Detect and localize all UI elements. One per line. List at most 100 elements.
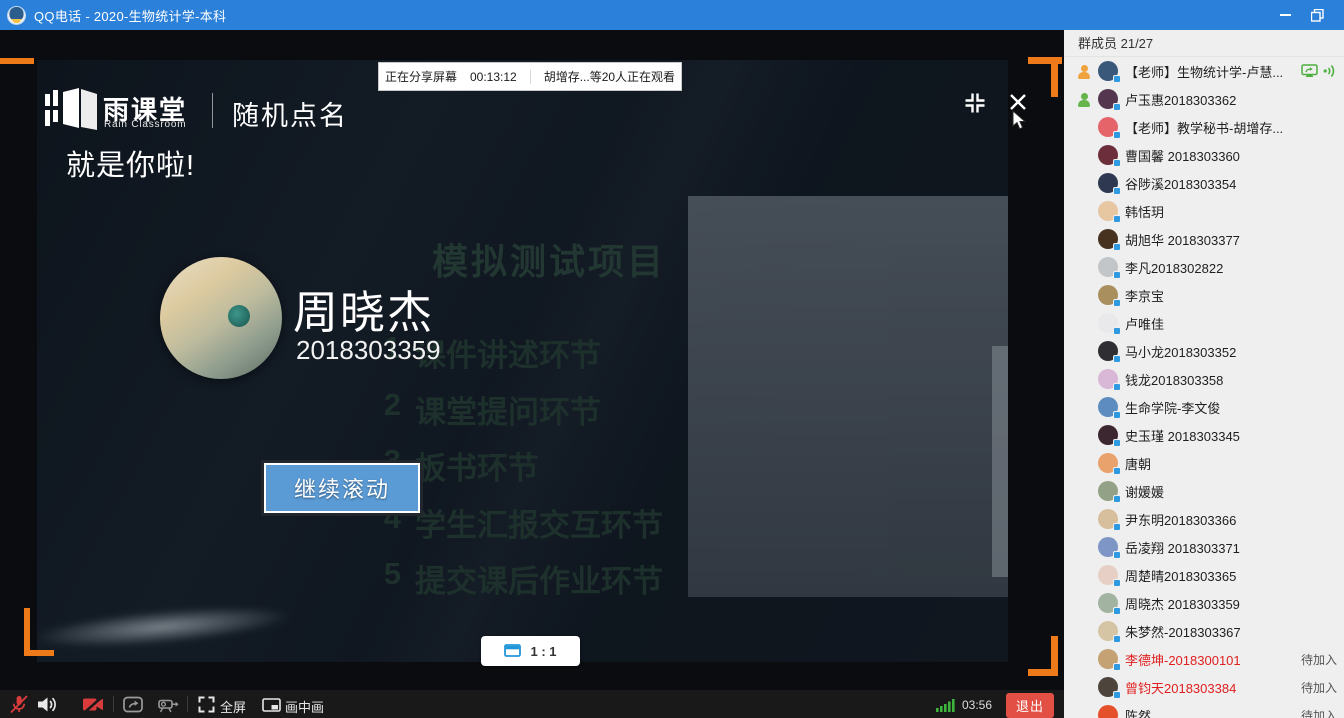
member-name: 李德坤-2018300101 <box>1125 650 1241 669</box>
mobile-online-badge <box>1113 103 1121 111</box>
member-avatar <box>1098 425 1118 445</box>
member-name: 钱龙2018303358 <box>1125 370 1223 389</box>
member-name: 陈然 <box>1125 706 1151 718</box>
mobile-online-badge <box>1113 523 1121 531</box>
ratio-1-1-button[interactable]: 1 : 1 <box>481 636 580 666</box>
member-name: 卢唯佳 <box>1125 314 1164 333</box>
window-titlebar: QQ电话 - 2020-生物统计学-本科 <box>0 0 1344 30</box>
sharing-banner: 正在分享屏幕 00:13:12 胡增存...等20人正在观看 <box>378 62 682 91</box>
fullscreen-button[interactable]: 全屏 <box>220 697 246 716</box>
rain-classroom-logo-icon <box>45 88 101 132</box>
member-avatar <box>1098 61 1118 81</box>
slide-decoration <box>37 599 294 656</box>
qq-call-logo-icon <box>8 7 25 24</box>
member-row[interactable]: 周楚晴2018303365 <box>1064 561 1344 589</box>
member-row[interactable]: 陈然 待加入 <box>1064 701 1344 718</box>
close-icon <box>1008 92 1028 112</box>
waiting-label: 待加入 <box>1301 707 1337 718</box>
member-row[interactable]: 李德坤-2018300101 待加入 <box>1064 645 1344 673</box>
compress-view-button[interactable] <box>963 91 987 120</box>
waiting-label: 待加入 <box>1301 679 1337 696</box>
member-row[interactable]: 【老师】生物统计学-卢慧... <box>1064 57 1344 85</box>
microphone-muted-button[interactable] <box>8 695 30 714</box>
continue-scroll-button[interactable]: 继续滚动 <box>264 463 420 513</box>
member-row[interactable]: 李凡2018302822 <box>1064 253 1344 281</box>
pip-button[interactable]: 画中画 <box>285 697 324 716</box>
member-row[interactable]: 马小龙2018303352 <box>1064 337 1344 365</box>
camera-off-button[interactable] <box>82 696 105 713</box>
slide-item-num: 2 <box>377 387 401 432</box>
member-row[interactable]: 卢玉惠2018303362 <box>1064 85 1344 113</box>
member-panel: 群成员 21/27 【老师】生物统计学-卢慧... 卢玉惠2018303362 <box>1064 30 1344 718</box>
member-row[interactable]: 谢媛媛 <box>1064 477 1344 505</box>
sharing-duration: 00:13:12 <box>470 70 517 84</box>
member-row[interactable]: 岳凌翔 2018303371 <box>1064 533 1344 561</box>
member-row[interactable]: 李京宝 <box>1064 281 1344 309</box>
rollcall-callout: 就是你啦! <box>66 142 195 184</box>
member-row[interactable]: 生命学院-李文俊 <box>1064 393 1344 421</box>
member-avatar <box>1098 369 1118 389</box>
call-toolbar: 全屏 画中画 03:56 退出 <box>0 690 1064 718</box>
waiting-label: 待加入 <box>1301 651 1337 668</box>
member-row[interactable]: 钱龙2018303358 <box>1064 365 1344 393</box>
mobile-online-badge <box>1113 439 1121 447</box>
speaker-button[interactable] <box>36 695 59 714</box>
member-row[interactable]: 曹国馨 2018303360 <box>1064 141 1344 169</box>
minimize-button[interactable] <box>1270 0 1300 30</box>
mobile-online-badge <box>1113 635 1121 643</box>
fullscreen-icon[interactable] <box>198 696 215 713</box>
member-row[interactable]: 曾钧天2018303384 待加入 <box>1064 673 1344 701</box>
member-list: 【老师】生物统计学-卢慧... 卢玉惠2018303362 【老师】教 <box>1064 57 1344 718</box>
member-row[interactable]: 卢唯佳 <box>1064 309 1344 337</box>
member-row[interactable]: 周晓杰 2018303359 <box>1064 589 1344 617</box>
member-name: 马小龙2018303352 <box>1125 342 1236 361</box>
member-avatar <box>1098 621 1118 641</box>
member-row[interactable]: 谷陟溪2018303354 <box>1064 169 1344 197</box>
presentation-share-button[interactable] <box>157 696 179 713</box>
banner-divider <box>530 70 531 84</box>
rain-classroom-name-en: Rain Classroom <box>104 119 186 130</box>
signal-strength-icon <box>936 699 956 712</box>
member-avatar <box>1098 201 1118 221</box>
mobile-online-badge <box>1113 355 1121 363</box>
member-name: 唐朝 <box>1125 454 1151 473</box>
member-status-icons <box>1301 64 1336 78</box>
member-row[interactable]: 唐朝 <box>1064 449 1344 477</box>
mobile-online-badge <box>1113 75 1121 83</box>
exit-call-button[interactable]: 退出 <box>1006 693 1054 718</box>
capture-corner-bottomleft-v <box>24 608 30 654</box>
member-row[interactable]: 【老师】教学秘书-胡增存... <box>1064 113 1344 141</box>
pip-icon[interactable] <box>262 698 281 712</box>
screen-share-area: 模拟测试项目 1 课件讲述环节 2 课堂提问环节 3 板书环节 4 学生汇报交互… <box>0 30 1064 690</box>
sharing-viewers: 胡增存...等20人正在观看 <box>544 68 675 85</box>
member-avatar <box>1098 509 1118 529</box>
share-window-button[interactable] <box>123 696 143 713</box>
member-row[interactable]: 朱梦然-2018303367 <box>1064 617 1344 645</box>
member-name: 曾钧天2018303384 <box>1125 678 1236 697</box>
presence-icon <box>1076 91 1092 107</box>
mobile-online-badge <box>1113 467 1121 475</box>
member-avatar <box>1098 705 1118 718</box>
member-row[interactable]: 尹东明2018303366 <box>1064 505 1344 533</box>
member-count-header: 群成员 21/27 <box>1064 30 1344 57</box>
qq-call-window: QQ电话 - 2020-生物统计学-本科 模拟测试项目 1 课件讲述环节 2 课… <box>0 0 1344 718</box>
rollcall-title: 随机点名 <box>232 94 348 133</box>
mouse-cursor <box>1012 110 1027 131</box>
restore-button[interactable] <box>1302 0 1332 30</box>
mobile-online-badge <box>1113 299 1121 307</box>
member-avatar <box>1098 453 1118 473</box>
sharing-status: 正在分享屏幕 <box>385 68 457 85</box>
member-avatar <box>1098 593 1118 613</box>
member-avatar <box>1098 341 1118 361</box>
member-row[interactable]: 韩恬玥 <box>1064 197 1344 225</box>
member-name: 周楚晴2018303365 <box>1125 566 1236 585</box>
member-row[interactable]: 胡旭华 2018303377 <box>1064 225 1344 253</box>
mobile-online-badge <box>1113 411 1121 419</box>
member-avatar <box>1098 565 1118 585</box>
mobile-online-badge <box>1113 187 1121 195</box>
member-name: 卢玉惠2018303362 <box>1125 90 1236 109</box>
member-name: 朱梦然-2018303367 <box>1125 622 1241 641</box>
member-avatar <box>1098 117 1118 137</box>
member-name: 曹国馨 2018303360 <box>1125 146 1240 165</box>
member-row[interactable]: 史玉瑾 2018303345 <box>1064 421 1344 449</box>
